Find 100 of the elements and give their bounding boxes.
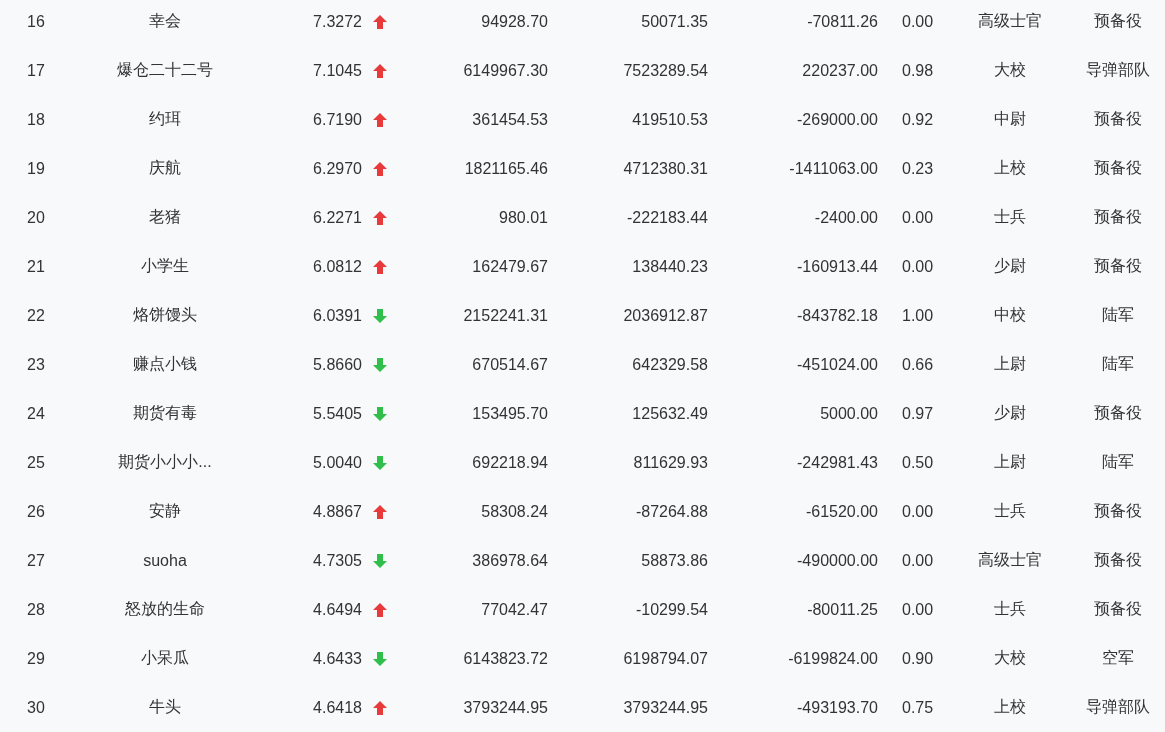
rank-cell: 16	[27, 12, 45, 31]
rank-cell: 28	[27, 600, 45, 619]
branch-cell-text: 预备役	[1093, 501, 1142, 521]
ratio-cell-text: 0.90	[901, 649, 934, 668]
score-cell: 4.6433	[313, 649, 362, 668]
rank-title-cell-text: 少尉	[994, 403, 1026, 423]
branch-cell-text: 陆军	[1101, 452, 1134, 472]
branch-cell-text: 预备役	[1093, 207, 1142, 227]
score-cell: 6.7190	[313, 110, 362, 129]
number-cell-text: 642329.58	[632, 355, 709, 374]
score-cell: 4.8867	[313, 502, 362, 521]
branch-cell-text: 预备役	[1093, 109, 1142, 129]
score-cell: 6.0391	[313, 306, 362, 325]
name-cell: suoha	[143, 551, 187, 570]
ratio-cell-text: 0.00	[901, 208, 934, 227]
rank-title-cell-text: 中尉	[994, 109, 1026, 129]
number-cell-text: 58873.86	[641, 551, 709, 570]
branch-cell-text: 预备役	[1093, 158, 1142, 178]
ratio-cell-text: 0.98	[901, 61, 934, 80]
rank-cell: 30	[27, 698, 45, 717]
name-cell-text: 期货小小小...	[118, 452, 212, 472]
number-cell-text: -843782.18	[797, 306, 879, 325]
name-cell-text: 爆仓二十二号	[117, 60, 213, 80]
score-cell: 6.2271	[313, 208, 362, 227]
rank-cell: 24	[27, 404, 45, 423]
number-cell-text: 1821165.46	[464, 159, 549, 178]
number-cell-text: 386978.64	[472, 551, 549, 570]
ratio-cell-text: 0.66	[901, 355, 934, 374]
branch-cell-text: 陆军	[1101, 354, 1134, 374]
number-cell-text: 692218.94	[472, 453, 549, 472]
number-cell-text: -10299.54	[635, 600, 709, 619]
number-cell-text: 6149967.30	[463, 61, 549, 80]
ratio-cell-text: 0.23	[901, 159, 934, 178]
rank-title-cell-text: 中校	[994, 305, 1026, 325]
number-cell-text: -2400.00	[814, 208, 879, 227]
rank-title-cell-text: 士兵	[994, 599, 1026, 619]
number-cell-text: 138440.23	[632, 257, 709, 276]
branch-cell-text: 预备役	[1093, 256, 1142, 276]
name-cell-text: 庆航	[149, 158, 181, 178]
score-cell: 5.0040	[313, 453, 362, 472]
name-cell-text: 烙饼馒头	[133, 305, 197, 325]
number-cell-text: 670514.67	[472, 355, 549, 374]
number-cell-text: -451024.00	[797, 355, 879, 374]
number-cell-text: 2036912.87	[623, 306, 709, 325]
number-cell-text: -87264.88	[635, 502, 709, 521]
name-cell-text: 怒放的生命	[125, 599, 205, 619]
rank-cell: 25	[27, 453, 45, 472]
rank-title-cell-text: 上校	[994, 158, 1026, 178]
number-cell-text: -6199824.00	[788, 649, 879, 668]
name-cell-text: 小学生	[141, 256, 189, 276]
rank-cell: 20	[27, 208, 45, 227]
score-cell: 7.1045	[313, 61, 362, 80]
rank-cell: 26	[27, 502, 45, 521]
number-cell-text: -1411063.00	[789, 159, 879, 178]
rank-cell: 29	[27, 649, 45, 668]
rank-cell: 19	[27, 159, 45, 178]
number-cell-text: -493193.70	[797, 698, 879, 717]
rank-title-cell-text: 高级士官	[978, 11, 1042, 31]
rank-title-cell-text: 高级士官	[978, 550, 1042, 570]
branch-cell-text: 空军	[1101, 648, 1134, 668]
number-cell-text: -61520.00	[805, 502, 879, 521]
number-cell-text: -160913.44	[797, 257, 879, 276]
number-cell-text: -242981.43	[797, 453, 879, 472]
number-cell-text: 7523289.54	[623, 61, 709, 80]
number-cell-text: 50071.35	[641, 12, 709, 31]
branch-cell-text: 预备役	[1093, 550, 1142, 570]
ratio-cell-text: 0.00	[901, 257, 934, 276]
ratio-cell-text: 0.00	[901, 502, 934, 521]
rank-title-cell-text: 上校	[994, 697, 1026, 717]
number-cell-text: 58308.24	[481, 502, 549, 521]
number-cell-text: 3793244.95	[463, 698, 549, 717]
ratio-cell-text: 0.50	[901, 453, 934, 472]
ratio-cell-text: 0.00	[901, 600, 934, 619]
name-cell-text: 安静	[149, 501, 181, 521]
number-cell-text: 419510.53	[632, 110, 709, 129]
number-cell-text: 94928.70	[481, 12, 549, 31]
rank-cell: 23	[27, 355, 45, 374]
score-cell: 4.7305	[313, 551, 362, 570]
number-cell-text: 3793244.95	[623, 698, 709, 717]
number-cell-text: 811629.93	[633, 453, 709, 472]
rank-cell: 17	[27, 61, 45, 80]
rank-title-cell-text: 少尉	[994, 256, 1026, 276]
rank-cell: 21	[27, 257, 45, 276]
name-cell-text: 赚点小钱	[133, 354, 197, 374]
number-cell-text: 125632.49	[632, 404, 709, 423]
branch-cell-text: 导弹部队	[1085, 697, 1150, 717]
ratio-cell-text: 0.92	[901, 110, 934, 129]
name-cell-text: 幸会	[149, 11, 181, 31]
number-cell-text: 980.01	[499, 208, 549, 227]
ratio-cell-text: 1.00	[901, 306, 934, 325]
ratio-cell-text: 0.00	[901, 551, 934, 570]
rank-title-cell-text: 大校	[994, 60, 1026, 80]
number-cell-text: -222183.44	[627, 208, 709, 227]
number-cell-text: -269000.00	[797, 110, 879, 129]
score-cell: 5.5405	[313, 404, 362, 423]
score-cell: 6.2970	[313, 159, 362, 178]
branch-cell-text: 预备役	[1093, 11, 1142, 31]
ratio-cell-text: 0.97	[901, 404, 934, 423]
rank-title-cell-text: 上尉	[994, 354, 1026, 374]
score-cell: 4.6418	[313, 698, 362, 717]
